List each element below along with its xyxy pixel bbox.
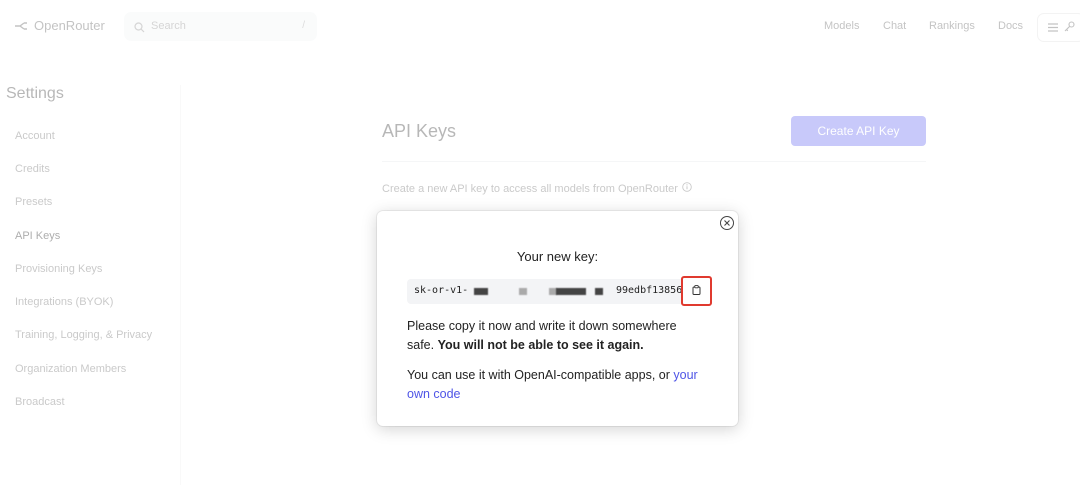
hamburger-icon: [1048, 21, 1058, 35]
nav-models[interactable]: Models: [824, 20, 859, 32]
info-icon[interactable]: [682, 182, 692, 195]
sidebar-item-account[interactable]: Account: [15, 130, 55, 142]
usage-note: You can use it with OpenAI-compatible ap…: [407, 366, 707, 404]
modal-heading: Your new key:: [516, 249, 599, 264]
sidebar-item-privacy[interactable]: Training, Logging, & Privacy: [15, 329, 152, 341]
key-icon: [1064, 20, 1075, 35]
openrouter-logo-icon: [14, 21, 28, 31]
nav-rankings[interactable]: Rankings: [929, 20, 975, 32]
nav-docs[interactable]: Docs: [998, 20, 1023, 32]
sidebar-item-provisioning-keys[interactable]: Provisioning Keys: [15, 263, 102, 275]
sidebar-item-presets[interactable]: Presets: [15, 196, 52, 208]
menu-button[interactable]: [1037, 13, 1080, 42]
redacted-key-segment: [519, 288, 527, 295]
logo[interactable]: OpenRouter: [14, 18, 105, 33]
copy-key-button[interactable]: [681, 276, 712, 306]
description-text: Create a new API key to access all model…: [382, 182, 678, 195]
sidebar-item-api-keys[interactable]: API Keys: [15, 230, 60, 242]
api-key-field[interactable]: sk-or-v1- 99edbf13856: [407, 279, 710, 304]
sidebar-item-broadcast[interactable]: Broadcast: [15, 396, 65, 408]
title-divider: [382, 161, 926, 162]
search-shortcut-hint: /: [302, 20, 305, 31]
nav-chat[interactable]: Chat: [883, 20, 906, 32]
clipboard-icon: [692, 282, 701, 300]
redacted-key-segment: [556, 288, 586, 295]
sidebar-item-organization-members[interactable]: Organization Members: [15, 363, 126, 375]
settings-title: Settings: [6, 85, 64, 102]
sidebar-divider: [180, 85, 181, 485]
redacted-key-segment: [474, 288, 488, 295]
sidebar-item-integrations[interactable]: Integrations (BYOK): [15, 296, 113, 308]
copy-warning-emphasis: You will not be able to see it again.: [437, 338, 644, 352]
usage-text: You can use it with OpenAI-compatible ap…: [407, 368, 670, 382]
page-description: Create a new API key to access all model…: [382, 182, 692, 195]
api-key-suffix: 99edbf13856: [616, 285, 683, 296]
new-key-modal: Your new key: sk-or-v1- 99edbf13856 Plea…: [377, 211, 738, 426]
page-title: API Keys: [382, 121, 457, 141]
create-api-key-button[interactable]: Create API Key: [791, 116, 926, 146]
logo-text: OpenRouter: [34, 18, 105, 33]
close-icon[interactable]: [720, 216, 734, 230]
redacted-key-segment: [595, 288, 603, 295]
api-key-prefix: sk-or-v1-: [414, 285, 469, 296]
sidebar-item-credits[interactable]: Credits: [15, 163, 50, 175]
search-input[interactable]: Search /: [124, 12, 317, 41]
top-navigation-bar: OpenRouter Search / Models Chat Rankings…: [0, 0, 1080, 54]
search-icon: [134, 20, 145, 38]
copy-warning: Please copy it now and write it down som…: [407, 317, 707, 355]
search-placeholder: Search: [151, 20, 186, 32]
